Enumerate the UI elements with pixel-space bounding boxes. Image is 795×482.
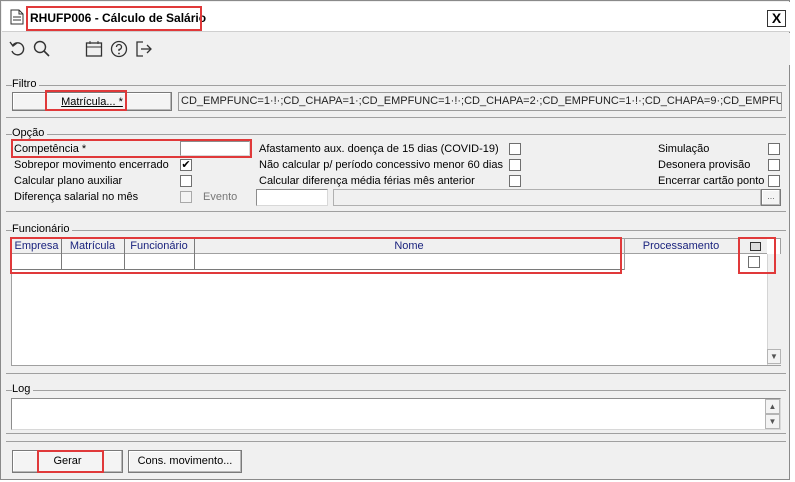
encerrar-checkbox[interactable]: [768, 175, 780, 187]
footer-separator: [6, 441, 786, 479]
funcionario-grid[interactable]: Empresa Matrícula Funcionário Nome Proce…: [11, 238, 781, 366]
cons-movimento-label: Cons. movimento...: [137, 455, 233, 467]
diferenca-label: Diferença salarial no mês: [14, 191, 139, 203]
calcular-plano-label: Calcular plano auxiliar: [14, 175, 123, 187]
scroll-down-icon[interactable]: ▼: [765, 414, 780, 429]
evento-lookup-button[interactable]: ...: [761, 189, 781, 206]
diferenca-checkbox[interactable]: [180, 191, 192, 203]
grid-divider: [624, 239, 625, 270]
select-all-icon[interactable]: [750, 242, 761, 251]
gerar-button[interactable]: Gerar: [12, 450, 123, 473]
funcionario-title: Funcionário: [12, 223, 73, 235]
close-button[interactable]: X: [767, 10, 786, 27]
evento-label: Evento: [203, 191, 238, 203]
exit-icon[interactable]: [134, 39, 154, 59]
sobrepor-label: Sobrepor movimento encerrado: [14, 159, 169, 171]
calcular-dif-label: Calcular diferença média férias mês ante…: [259, 175, 475, 187]
gerar-button-label: Gerar: [53, 455, 82, 467]
undo-icon[interactable]: [8, 39, 28, 59]
filtro-title: Filtro: [12, 78, 40, 90]
afastamento-checkbox[interactable]: [509, 143, 521, 155]
log-title: Log: [12, 383, 34, 395]
afastamento-label: Afastamento aux. doença de 15 dias (COVI…: [259, 143, 499, 155]
competencia-input[interactable]: [180, 141, 250, 156]
sobrepor-checkbox[interactable]: ✔: [180, 159, 192, 171]
document-icon: [10, 9, 24, 25]
scroll-up-icon[interactable]: ▲: [765, 399, 780, 414]
matricula-button[interactable]: Matrícula... *: [12, 92, 172, 111]
help-icon[interactable]: [109, 39, 129, 59]
search-icon[interactable]: [32, 39, 52, 59]
encerrar-label: Encerrar cartão ponto: [658, 175, 765, 187]
desonera-checkbox[interactable]: [768, 159, 780, 171]
evento-description-field: [333, 189, 761, 206]
cons-movimento-button[interactable]: Cons. movimento...: [128, 450, 242, 473]
simulacao-label: Simulação: [658, 143, 710, 155]
col-matricula[interactable]: Matrícula: [61, 240, 124, 252]
calcular-dif-checkbox[interactable]: [509, 175, 521, 187]
nao-calcular-label: Não calcular p/ período concessivo menor…: [259, 159, 503, 171]
filter-text-field[interactable]: CD_EMPFUNC=1·!·;CD_CHAPA=1·;CD_EMPFUNC=1…: [178, 92, 782, 111]
title-bar: RHUFP006 - Cálculo de Salário X: [2, 2, 790, 32]
col-nome[interactable]: Nome: [194, 240, 624, 252]
calendar-icon[interactable]: [84, 39, 104, 59]
window-title: RHUFP006 - Cálculo de Salário: [30, 11, 207, 25]
toolbar: [2, 33, 790, 65]
matricula-button-label: Matrícula... *: [61, 96, 123, 108]
desonera-label: Desonera provisão: [658, 159, 751, 171]
evento-code-input[interactable]: [256, 189, 328, 206]
col-empresa[interactable]: Empresa: [12, 240, 61, 252]
calcular-plano-checkbox[interactable]: [180, 175, 192, 187]
table-row[interactable]: [12, 254, 624, 270]
row-select-checkbox[interactable]: [748, 256, 760, 268]
simulacao-checkbox[interactable]: [768, 143, 780, 155]
log-textarea[interactable]: ▲ ▼: [11, 398, 781, 430]
col-processamento[interactable]: Processamento: [624, 240, 738, 252]
main-window: RHUFP006 - Cálculo de Salário X Filtro M…: [0, 0, 790, 480]
opcao-title: Opção: [12, 127, 48, 139]
competencia-label: Competência *: [14, 143, 87, 155]
scroll-down-icon[interactable]: ▼: [767, 349, 781, 364]
col-funcionario[interactable]: Funcionário: [124, 240, 194, 252]
nao-calcular-checkbox[interactable]: [509, 159, 521, 171]
